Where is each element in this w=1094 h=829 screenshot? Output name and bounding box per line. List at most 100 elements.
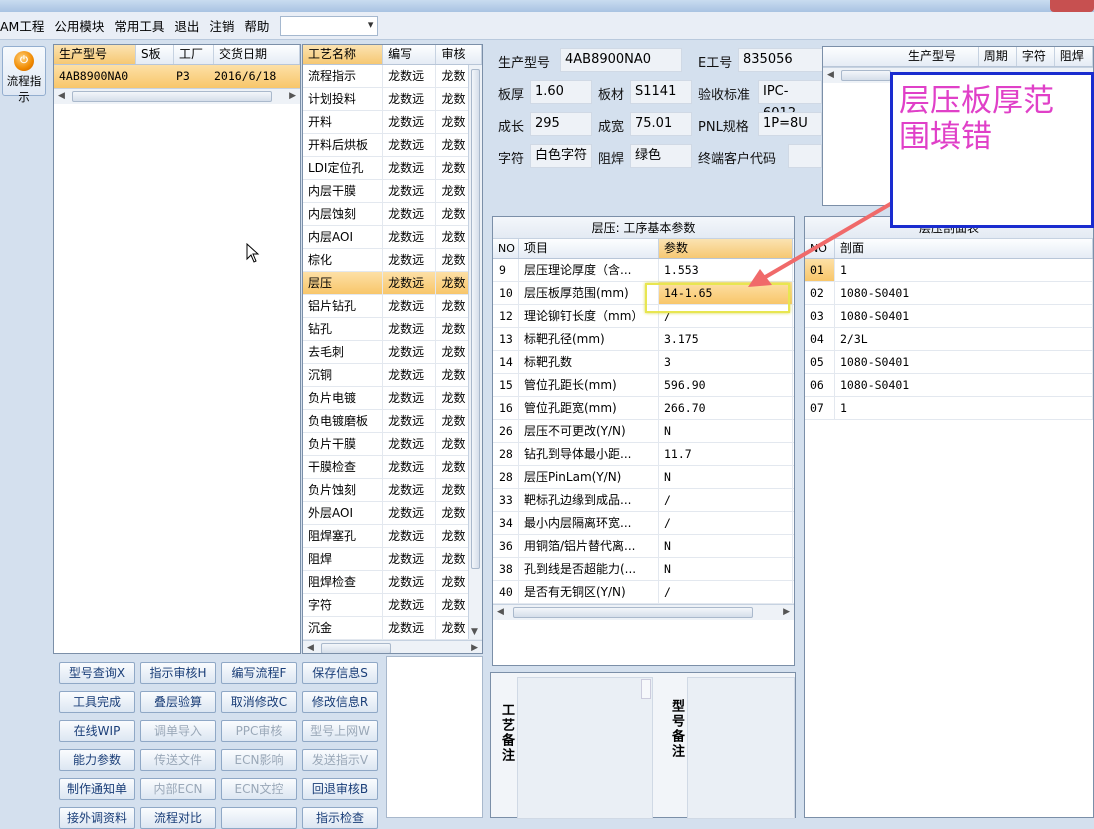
horizontal-scrollbar[interactable]: ◀ ▶: [303, 640, 482, 653]
model-field[interactable]: 4AB8900NA0: [560, 48, 682, 72]
table-row[interactable]: 38 孔到线是否超能力(... N: [493, 558, 794, 581]
table-row[interactable]: 开料后烘板 龙数远 龙数: [303, 134, 482, 157]
action-button[interactable]: ECN文控: [221, 778, 297, 800]
table-row[interactable]: 干膜检查 龙数远 龙数: [303, 456, 482, 479]
col-header[interactable]: S板: [136, 45, 174, 64]
action-button[interactable]: 工具完成: [59, 691, 135, 713]
table-row[interactable]: 流程指示 龙数远 龙数: [303, 65, 482, 88]
action-button[interactable]: 编写流程F: [221, 662, 297, 684]
flow-indicator-button[interactable]: ⏻ 流程指示: [2, 46, 46, 104]
col-header[interactable]: 项目: [519, 239, 659, 258]
action-button[interactable]: 内部ECN: [140, 778, 216, 800]
menu-item[interactable]: 退出: [169, 16, 204, 35]
table-row[interactable]: 内层干膜 龙数远 龙数: [303, 180, 482, 203]
table-row[interactable]: 去毛刺 龙数远 龙数: [303, 341, 482, 364]
window-close-button[interactable]: [1050, 0, 1094, 12]
action-button[interactable]: 能力参数: [59, 749, 135, 771]
material-field[interactable]: S1141: [630, 80, 692, 104]
table-row[interactable]: 15 管位孔距长(mm) 596.90: [493, 374, 794, 397]
table-row[interactable]: 04 2/3L: [805, 328, 1093, 351]
model-note-field[interactable]: [687, 677, 795, 819]
action-button[interactable]: 回退审核B: [302, 778, 378, 800]
table-row[interactable]: 层压 龙数远 龙数: [303, 272, 482, 295]
table-row[interactable]: 05 1080-S0401: [805, 351, 1093, 374]
customer-code-field[interactable]: [788, 144, 822, 168]
table-row[interactable]: 03 1080-S0401: [805, 305, 1093, 328]
action-button[interactable]: 修改信息R: [302, 691, 378, 713]
action-button[interactable]: 叠层验算: [140, 691, 216, 713]
table-row[interactable]: 内层AOI 龙数远 龙数: [303, 226, 482, 249]
table-row[interactable]: 26 层压不可更改(Y/N) N: [493, 420, 794, 443]
table-row[interactable]: 阻焊 龙数远 龙数: [303, 548, 482, 571]
action-button[interactable]: PPC审核: [221, 720, 297, 742]
horizontal-scrollbar[interactable]: ◀ ▶: [493, 604, 794, 620]
action-button[interactable]: 指示审核H: [140, 662, 216, 684]
col-header[interactable]: 交货日期: [214, 45, 300, 64]
action-button[interactable]: 接外调资料: [59, 807, 135, 829]
table-row[interactable]: 铝片钻孔 龙数远 龙数: [303, 295, 482, 318]
table-row[interactable]: 16 管位孔距宽(mm) 266.70: [493, 397, 794, 420]
col-header[interactable]: 生产型号: [54, 45, 136, 64]
menu-item[interactable]: AM工程: [0, 16, 49, 35]
action-button[interactable]: 传送文件: [140, 749, 216, 771]
table-row[interactable]: 沉铜 龙数远 龙数: [303, 364, 482, 387]
action-button[interactable]: 指示检查: [302, 807, 378, 829]
table-row[interactable]: 36 用铜箔/铝片替代离... N: [493, 535, 794, 558]
table-row[interactable]: 14 标靶孔数 3: [493, 351, 794, 374]
col-header[interactable]: 审核: [436, 45, 482, 64]
action-button[interactable]: 调单导入: [140, 720, 216, 742]
table-row[interactable]: 33 靶标孔边缘到成品... /: [493, 489, 794, 512]
table-row[interactable]: 06 1080-S0401: [805, 374, 1093, 397]
col-header[interactable]: 生产型号: [903, 47, 979, 66]
scroll-handle[interactable]: [641, 679, 651, 699]
table-row[interactable]: 34 最小内层隔离环宽... /: [493, 512, 794, 535]
table-row[interactable]: 开料 龙数远 龙数: [303, 111, 482, 134]
table-row[interactable]: 沉金 龙数远 龙数: [303, 617, 482, 640]
toolbar-combobox[interactable]: [280, 15, 379, 36]
menu-item[interactable]: 常用工具: [109, 16, 169, 35]
table-row[interactable]: 字符 龙数远 龙数: [303, 594, 482, 617]
table-row[interactable]: 4AB8900NA0 P3 2016/6/18: [54, 65, 300, 88]
table-row[interactable]: 阻焊塞孔 龙数远 龙数: [303, 525, 482, 548]
table-row[interactable]: 负电镀磨板 龙数远 龙数: [303, 410, 482, 433]
action-button[interactable]: ECN影响: [221, 749, 297, 771]
pnl-field[interactable]: 1P=8U: [758, 112, 822, 136]
table-row[interactable]: 13 标靶孔径(mm) 3.175: [493, 328, 794, 351]
soldermask-field[interactable]: 绿色: [630, 144, 692, 168]
action-button[interactable]: [221, 807, 297, 829]
col-header[interactable]: 字符: [1017, 47, 1055, 66]
menu-item[interactable]: 公用模块: [49, 16, 109, 35]
menu-item[interactable]: 帮助: [239, 16, 274, 35]
horizontal-scrollbar[interactable]: ◀ ▶: [54, 88, 300, 104]
table-row[interactable]: 棕化 龙数远 龙数: [303, 249, 482, 272]
action-button[interactable]: 型号查询X: [59, 662, 135, 684]
table-row[interactable]: LDI定位孔 龙数远 龙数: [303, 157, 482, 180]
table-row[interactable]: 负片蚀刻 龙数远 龙数: [303, 479, 482, 502]
length-field[interactable]: 295: [530, 112, 592, 136]
table-row[interactable]: 负片干膜 龙数远 龙数: [303, 433, 482, 456]
thickness-field[interactable]: 1.60: [530, 80, 592, 104]
table-row[interactable]: 阻焊检查 龙数远 龙数: [303, 571, 482, 594]
table-row[interactable]: 内层蚀刻 龙数远 龙数: [303, 203, 482, 226]
width-field[interactable]: 75.01: [630, 112, 692, 136]
action-button[interactable]: 发送指示V: [302, 749, 378, 771]
col-header[interactable]: 周期: [979, 47, 1017, 66]
table-row[interactable]: 外层AOI 龙数远 龙数: [303, 502, 482, 525]
col-header[interactable]: 阻焊: [1055, 47, 1093, 66]
table-row[interactable]: 计划投料 龙数远 龙数: [303, 88, 482, 111]
process-note-field[interactable]: [517, 677, 653, 819]
action-button[interactable]: 型号上网W: [302, 720, 378, 742]
character-field[interactable]: 白色字符: [530, 144, 592, 168]
table-row[interactable]: 负片电镀 龙数远 龙数: [303, 387, 482, 410]
table-row[interactable]: 40 是否有无铜区(Y/N) /: [493, 581, 794, 604]
action-button[interactable]: 取消修改C: [221, 691, 297, 713]
col-header[interactable]: 编写: [383, 45, 437, 64]
action-button[interactable]: 保存信息S: [302, 662, 378, 684]
col-header[interactable]: NO: [493, 239, 519, 258]
standard-field[interactable]: IPC-6012: [758, 80, 822, 121]
action-button[interactable]: 制作通知单: [59, 778, 135, 800]
col-header[interactable]: 工艺名称: [303, 45, 384, 64]
table-row[interactable]: 28 层压PinLam(Y/N) N: [493, 466, 794, 489]
vertical-scrollbar[interactable]: ▼: [468, 65, 482, 639]
col-header[interactable]: 工厂: [174, 45, 214, 64]
